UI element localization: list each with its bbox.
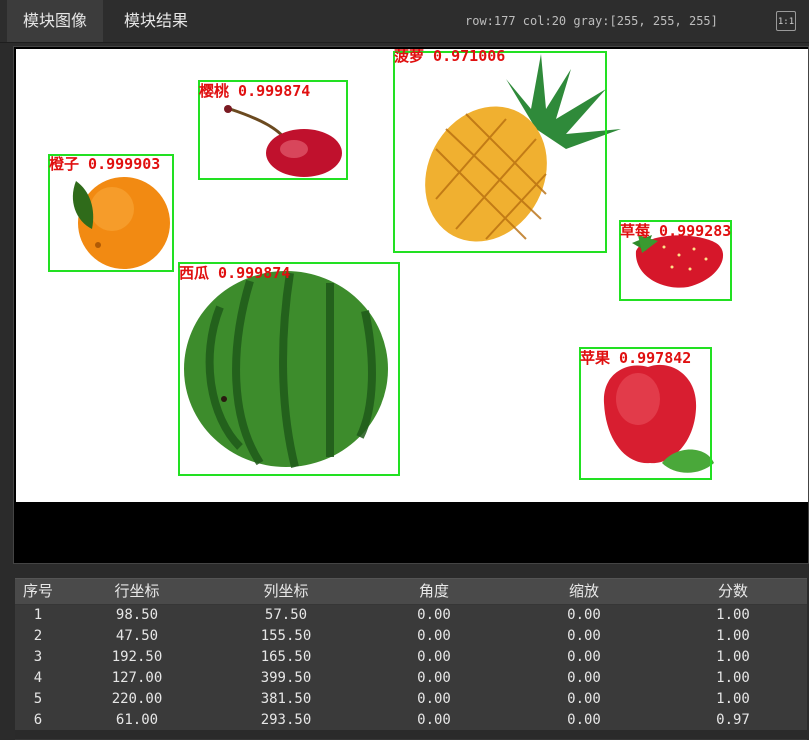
- cell-row-coord: 47.50: [115, 628, 159, 644]
- cell-index: 4: [33, 670, 43, 686]
- table-row[interactable]: 3 192.50 165.50 0.00 0.00 1.00: [15, 647, 807, 669]
- header-angle[interactable]: 角度: [359, 579, 509, 604]
- detection-label-watermelon: 西瓜 0.999874: [179, 264, 291, 282]
- header-score[interactable]: 分数: [659, 579, 807, 604]
- cell-index: 5: [33, 691, 43, 707]
- cell-col-coord: 399.50: [260, 670, 312, 686]
- cell-index: 1: [33, 607, 43, 623]
- table-row[interactable]: 1 98.50 57.50 0.00 0.00 1.00: [15, 605, 807, 627]
- table-row[interactable]: 6 61.00 293.50 0.00 0.00 0.97: [15, 710, 807, 732]
- results-table: 序号 行坐标 列坐标 角度 缩放 分数 1 98.50 57.50 0.00 0.00 1…: [15, 578, 807, 740]
- cell-index: 3: [33, 649, 43, 665]
- detection-label-pineapple: 菠萝 0.971006: [394, 49, 506, 65]
- actual-size-button[interactable]: 1:1: [776, 11, 796, 31]
- cell-angle: 0.00: [417, 649, 451, 665]
- detection-label-strawberry: 草莓 0.999283: [620, 222, 732, 240]
- table-bottom-strip: [15, 730, 807, 739]
- cell-col-coord: 293.50: [260, 712, 312, 728]
- image-viewer[interactable]: 橙子 0.999903 樱桃 0.999874 菠萝 0.971006 草莓 0…: [13, 46, 809, 564]
- cell-row-coord: 61.00: [115, 712, 159, 728]
- cell-row-coord: 192.50: [111, 649, 163, 665]
- cell-col-coord: 57.50: [264, 607, 308, 623]
- tab-bar: 模块图像 模块结果 row:177 col:20 gray:[255, 255,…: [0, 0, 809, 43]
- table-header: 序号 行坐标 列坐标 角度 缩放 分数: [15, 579, 807, 604]
- cell-scale: 0.00: [567, 712, 601, 728]
- table-row[interactable]: 4 127.00 399.50 0.00 0.00 1.00: [15, 668, 807, 690]
- cell-score: 1.00: [716, 691, 750, 707]
- cell-col-coord: 165.50: [260, 649, 312, 665]
- cell-score: 1.00: [716, 649, 750, 665]
- table-row[interactable]: 2 47.50 155.50 0.00 0.00 1.00: [15, 626, 807, 648]
- header-scale[interactable]: 缩放: [509, 579, 659, 604]
- cell-col-coord: 155.50: [260, 628, 312, 644]
- cell-row-coord: 98.50: [115, 607, 159, 623]
- cell-scale: 0.00: [567, 649, 601, 665]
- pixel-info-readout: row:177 col:20 gray:[255, 255, 255]: [465, 14, 718, 28]
- detection-box-pineapple: [393, 51, 607, 253]
- tab-module-result[interactable]: 模块结果: [108, 0, 204, 42]
- detection-box-watermelon: [178, 262, 400, 476]
- table-row[interactable]: 5 220.00 381.50 0.00 0.00 1.00: [15, 689, 807, 711]
- detection-label-orange: 橙子 0.999903: [49, 155, 161, 173]
- cell-score: 1.00: [716, 628, 750, 644]
- tab-module-image[interactable]: 模块图像: [7, 0, 104, 42]
- cell-col-coord: 381.50: [260, 691, 312, 707]
- cell-row-coord: 127.00: [111, 670, 163, 686]
- cell-angle: 0.00: [417, 670, 451, 686]
- image-canvas: 橙子 0.999903 樱桃 0.999874 菠萝 0.971006 草莓 0…: [16, 49, 808, 502]
- cell-score: 1.00: [716, 607, 750, 623]
- cell-scale: 0.00: [567, 691, 601, 707]
- cell-angle: 0.00: [417, 607, 451, 623]
- header-row-coord[interactable]: 行坐标: [61, 579, 213, 604]
- cell-index: 6: [33, 712, 43, 728]
- cell-angle: 0.00: [417, 712, 451, 728]
- detection-label-cherry: 樱桃 0.999874: [199, 82, 311, 100]
- cell-scale: 0.00: [567, 670, 601, 686]
- cell-scale: 0.00: [567, 628, 601, 644]
- cell-score: 1.00: [716, 670, 750, 686]
- cell-score: 0.97: [716, 712, 750, 728]
- cell-index: 2: [33, 628, 43, 644]
- detection-label-apple: 苹果 0.997842: [580, 349, 692, 367]
- cell-angle: 0.00: [417, 628, 451, 644]
- cell-row-coord: 220.00: [111, 691, 163, 707]
- header-index[interactable]: 序号: [15, 579, 61, 604]
- cell-scale: 0.00: [567, 607, 601, 623]
- header-col-coord[interactable]: 列坐标: [213, 579, 359, 604]
- cell-angle: 0.00: [417, 691, 451, 707]
